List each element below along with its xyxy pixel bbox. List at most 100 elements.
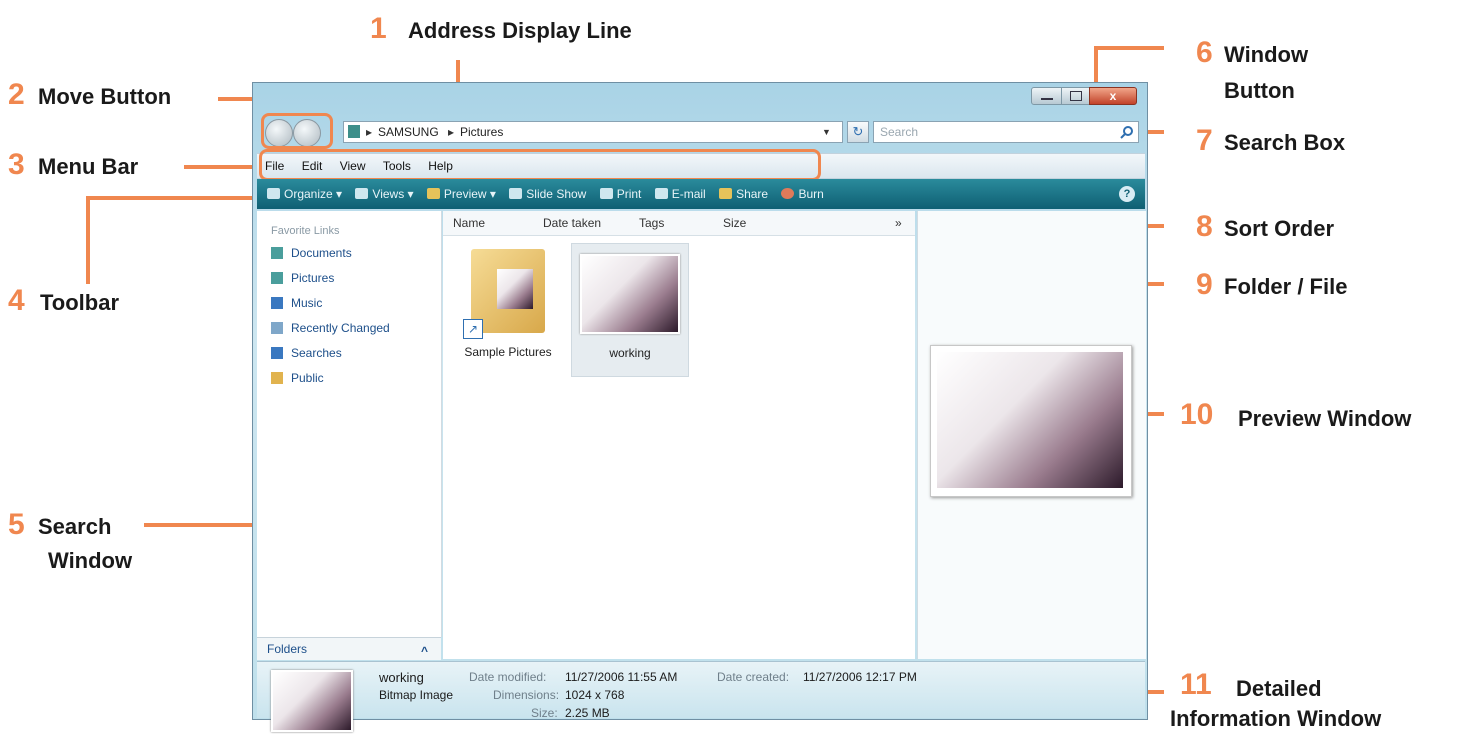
callout-number: 5 <box>8 508 25 541</box>
refresh-button[interactable]: ↻ <box>847 121 869 143</box>
pictures-icon <box>271 272 283 284</box>
callout-label: Information Window <box>1170 706 1382 731</box>
callout-label: Window <box>48 548 133 573</box>
file-item[interactable]: working <box>571 243 689 377</box>
email-icon <box>654 188 668 199</box>
callout-label: Search Box <box>1224 130 1346 155</box>
callout-label: Folder / File <box>1224 274 1348 299</box>
refresh-icon: ↻ <box>852 124 864 139</box>
callout-label: Toolbar <box>40 290 120 315</box>
minimize-icon <box>1041 98 1053 100</box>
details-modified-value: 11/27/2006 11:55 AM <box>565 670 678 684</box>
favorite-links-heading: Favorite Links <box>271 225 340 237</box>
search-placeholder: Search <box>880 125 919 139</box>
public-folder-icon <box>271 372 283 384</box>
breadcrumb-separator: ▸ <box>448 125 455 139</box>
recent-icon <box>271 322 283 334</box>
callout-number: 7 <box>1196 124 1213 157</box>
callout-number: 1 <box>370 12 387 45</box>
callout-label: Address Display Line <box>408 18 632 43</box>
image-thumbnail-icon <box>580 254 680 334</box>
chevron-up-icon: ^ <box>421 644 429 658</box>
burn-button[interactable]: Burn <box>781 179 824 209</box>
highlight-frame <box>259 149 821 181</box>
maximize-button[interactable] <box>1061 87 1091 105</box>
folders-label: Folders <box>267 642 308 656</box>
details-pane: working Bitmap Image Date modified: 11/2… <box>257 661 1145 732</box>
views-button[interactable]: Views ▾ <box>355 179 414 209</box>
sidebar-item-music[interactable]: Music <box>271 295 441 312</box>
callout-number: 3 <box>8 148 25 181</box>
explorer-window: x ▸ SAMSUNG ▸ Pictures ▼ ↻ Search File E… <box>252 82 1148 732</box>
preview-button[interactable]: Preview ▾ <box>426 179 496 209</box>
search-icon[interactable] <box>1120 125 1134 139</box>
preview-image <box>937 352 1123 488</box>
email-button[interactable]: E-mail <box>654 179 706 209</box>
callout-line <box>144 523 262 527</box>
item-label: working <box>609 346 651 360</box>
details-created-label: Date created: <box>717 670 790 684</box>
sidebar-item-documents[interactable]: Documents <box>271 245 441 262</box>
sidebar-item-pictures[interactable]: Pictures <box>271 270 441 287</box>
search-box[interactable]: Search <box>873 121 1139 143</box>
details-modified-label: Date modified: <box>469 670 547 684</box>
window-buttons: x <box>1031 87 1141 105</box>
callout-number: 11 <box>1180 668 1212 701</box>
close-button[interactable]: x <box>1089 87 1137 105</box>
details-created-value: 11/27/2006 12:17 PM <box>803 670 917 684</box>
callout-number: 8 <box>1196 210 1213 243</box>
slideshow-icon <box>509 188 523 199</box>
views-icon <box>355 188 369 199</box>
details-size-value: 2.25 MB <box>565 706 610 720</box>
folder-item[interactable]: ↗ Sample Pictures <box>455 243 561 377</box>
breadcrumb-separator: ▸ <box>366 125 373 139</box>
documents-icon <box>271 247 283 259</box>
sidebar-item-searches[interactable]: Searches <box>271 345 441 362</box>
searches-icon <box>271 347 283 359</box>
details-file-type: Bitmap Image <box>379 688 454 702</box>
folders-bar[interactable]: Folders ^ <box>257 637 441 660</box>
item-label: Sample Pictures <box>464 345 552 359</box>
slideshow-button[interactable]: Slide Show <box>509 179 586 209</box>
sidebar-item-recently-changed[interactable]: Recently Changed <box>271 320 441 337</box>
help-icon[interactable]: ? <box>1119 186 1135 202</box>
sidebar-item-public[interactable]: Public <box>271 370 441 387</box>
organize-button[interactable]: Organize ▾ <box>267 179 342 209</box>
callout-label: Window <box>1224 42 1309 67</box>
callout-number: 10 <box>1180 398 1214 431</box>
dropdown-arrow-icon[interactable]: ▼ <box>822 122 831 142</box>
callout-label: Button <box>1224 78 1295 103</box>
toolbar: Organize ▾ Views ▾ Preview ▾ Slide Show … <box>257 179 1145 209</box>
folder-preview-image <box>497 269 533 309</box>
callout-line <box>1094 46 1098 86</box>
share-button[interactable]: Share <box>719 179 768 209</box>
column-headers: Name Date taken Tags Size » <box>443 211 915 236</box>
callout-label: Move Button <box>38 84 172 109</box>
print-button[interactable]: Print <box>599 179 641 209</box>
column-size[interactable]: Size <box>723 211 746 235</box>
more-columns-icon[interactable]: » <box>895 211 902 235</box>
breadcrumb-samsung[interactable]: SAMSUNG <box>378 122 439 142</box>
callout-label: Sort Order <box>1224 216 1335 241</box>
callout-number: 4 <box>8 284 25 317</box>
maximize-icon <box>1070 91 1082 101</box>
music-icon <box>271 297 283 309</box>
address-bar[interactable]: ▸ SAMSUNG ▸ Pictures ▼ <box>343 121 843 143</box>
highlight-frame <box>261 113 333 149</box>
callout-line <box>86 196 264 200</box>
burn-icon <box>781 188 795 199</box>
move-buttons <box>261 113 333 149</box>
callout-line <box>1094 46 1164 50</box>
breadcrumb-pictures[interactable]: Pictures <box>460 122 503 142</box>
callout-line <box>86 196 90 284</box>
column-name[interactable]: Name <box>453 211 485 235</box>
preview-icon <box>426 188 440 199</box>
location-icon <box>348 125 360 138</box>
shortcut-arrow-icon: ↗ <box>463 319 483 339</box>
callout-line <box>184 165 262 169</box>
share-icon <box>719 188 733 199</box>
column-date-taken[interactable]: Date taken <box>543 211 601 235</box>
column-tags[interactable]: Tags <box>639 211 664 235</box>
minimize-button[interactable] <box>1031 87 1063 105</box>
details-size-label: Size: <box>531 706 558 720</box>
